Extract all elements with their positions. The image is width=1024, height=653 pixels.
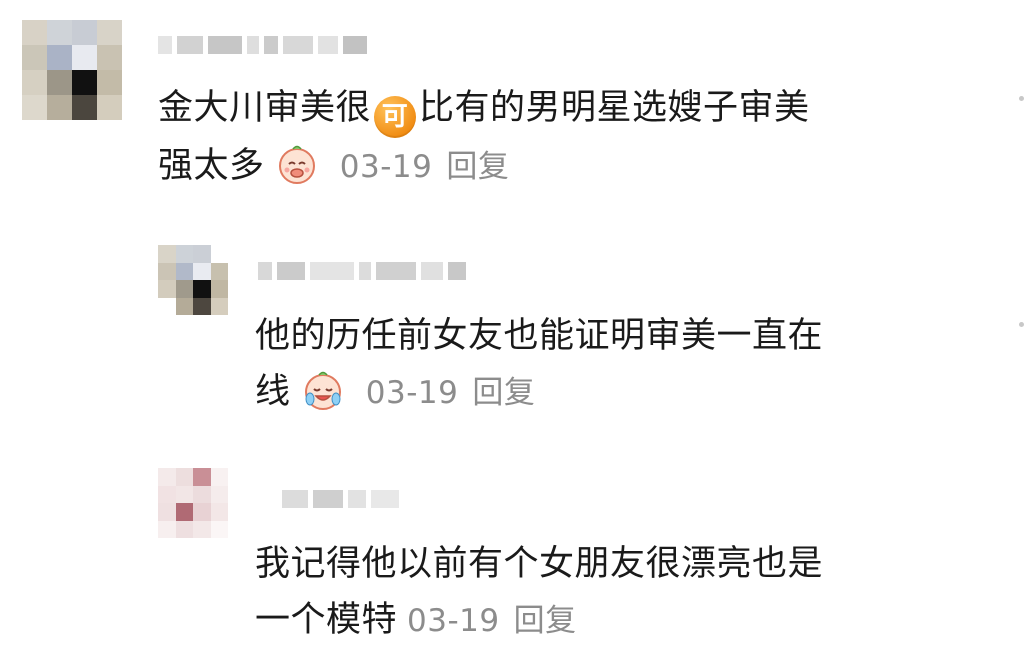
comment-text-part: 一个模特 bbox=[255, 600, 398, 640]
comment-thread: 金大川审美很可比有的男明星选嫂子审美 强太多 03-19 回复 他的历任前女友也能… bbox=[0, 0, 1024, 653]
avatar[interactable] bbox=[22, 20, 122, 120]
reply-button[interactable]: 回复 bbox=[472, 375, 535, 411]
comment-text: 他的历任前女友也能证明审美一直在 线 03-19 回复 bbox=[255, 308, 823, 421]
avatar[interactable] bbox=[158, 468, 228, 538]
reply-button[interactable]: 回复 bbox=[514, 603, 577, 639]
comment-text-part: 强太多 bbox=[158, 146, 265, 186]
comment-text: 我记得他以前有个女朋友很漂亮也是 一个模特 03-19 回复 bbox=[255, 536, 823, 649]
ke-badge-icon: 可 bbox=[374, 96, 417, 138]
username-blurred[interactable] bbox=[282, 490, 399, 508]
comment-text-part: 比有的男明星选嫂子审美 bbox=[419, 88, 810, 128]
comment-date: 03-19 bbox=[407, 603, 500, 639]
more-icon[interactable] bbox=[1019, 322, 1024, 327]
laughing-covering-mouth-emoji-icon bbox=[279, 145, 316, 184]
comment-text: 金大川审美很可比有的男明星选嫂子审美 强太多 03-19 回复 bbox=[158, 80, 810, 195]
username-blurred[interactable] bbox=[258, 262, 466, 280]
username-blurred[interactable] bbox=[158, 36, 367, 54]
comment-text-part: 线 bbox=[255, 372, 291, 412]
comment-text-part: 他的历任前女友也能证明审美一直在 bbox=[255, 316, 824, 356]
more-icon[interactable] bbox=[1019, 96, 1024, 101]
comment-date: 03-19 bbox=[365, 375, 459, 411]
avatar[interactable] bbox=[158, 245, 228, 315]
comment-date: 03-19 bbox=[339, 149, 433, 185]
comment-text-part: 金大川审美很 bbox=[158, 88, 372, 128]
comment-text-part: 我记得他以前有个女朋友很漂亮也是 bbox=[255, 544, 824, 584]
crying-laughing-emoji-icon bbox=[305, 371, 342, 410]
reply-button[interactable]: 回复 bbox=[446, 149, 509, 185]
